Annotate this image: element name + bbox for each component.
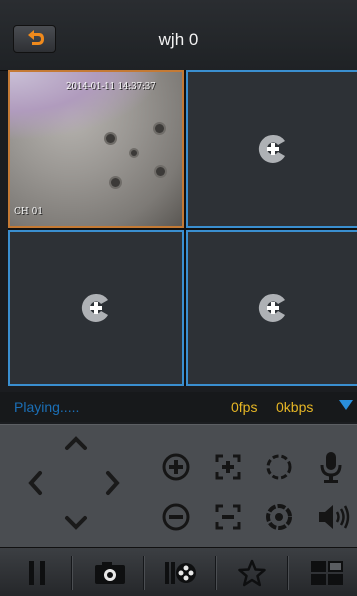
add-camera-icon [258,293,285,322]
layout-button[interactable] [288,548,357,596]
video-grid: 2014-01-11 14:37:37 CH 01 [8,70,357,386]
feed-detail [106,134,115,143]
playback-status: Playing..... [14,399,80,415]
focus-near-icon[interactable] [213,452,243,482]
fps-readout: 0fps [231,399,258,415]
page-title: wjh 0 [158,30,199,49]
ptz-control-panel [0,424,357,547]
snapshot-button[interactable] [72,548,143,596]
favorite-icon [238,559,266,587]
pause-icon [29,561,45,585]
video-cell-3[interactable] [8,230,184,386]
feed-detail [155,124,164,133]
zoom-in-icon[interactable] [161,452,191,482]
iris-open-icon[interactable] [264,452,294,482]
pause-button[interactable] [0,548,71,596]
video-cell-2[interactable] [186,70,357,228]
record-icon [165,562,196,584]
focus-far-icon[interactable] [213,502,243,532]
arrow-right-icon[interactable] [104,470,122,496]
iris-close-icon[interactable] [264,502,294,532]
record-button[interactable] [144,548,215,596]
snapshot-icon [95,562,125,584]
expand-dropdown-icon[interactable] [339,400,353,410]
top-bar: wjh 0 [0,0,357,71]
arrow-up-icon[interactable] [64,435,88,451]
status-bar: Playing..... 0fps 0kbps [0,392,357,422]
add-camera-icon [258,134,285,163]
feed-detail [131,150,137,156]
video-cell-1[interactable]: 2014-01-11 14:37:37 CH 01 [8,70,184,228]
bitrate-readout: 0kbps [276,399,314,415]
feed-detail [111,178,120,187]
add-camera-icon [81,293,108,322]
feed-detail [156,167,165,176]
channel-label: CH 01 [14,207,44,217]
speaker-icon[interactable] [316,502,350,532]
video-timestamp: 2014-01-11 14:37:37 [66,82,156,92]
microphone-icon[interactable] [318,450,344,484]
favorite-button[interactable] [216,548,287,596]
zoom-out-icon[interactable] [161,502,191,532]
arrow-down-icon[interactable] [64,515,88,531]
bottom-toolbar [0,547,357,596]
video-cell-4[interactable] [186,230,357,386]
arrow-left-icon[interactable] [26,470,44,496]
layout-icon [311,561,343,585]
